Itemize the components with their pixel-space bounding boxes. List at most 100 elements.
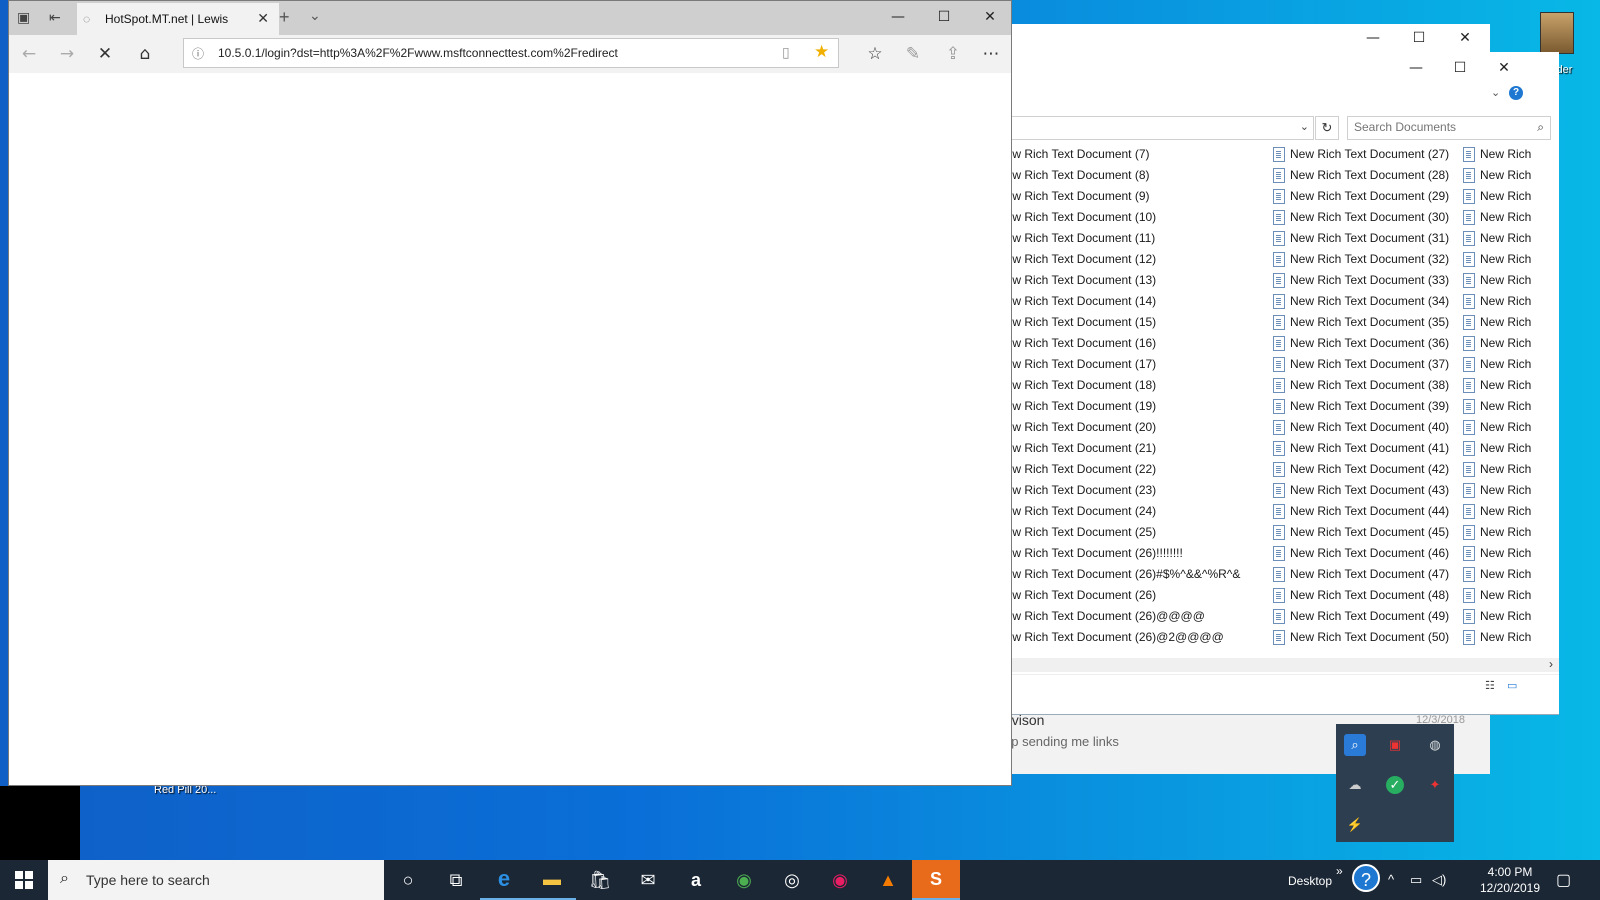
help-tray-icon[interactable]: ? [1352, 864, 1380, 892]
file-item[interactable]: New Rich [1463, 207, 1559, 228]
help-icon[interactable]: ? [1509, 86, 1523, 100]
file-item[interactable]: New Rich Text Document (43) [1273, 480, 1459, 501]
skype-icon[interactable]: S [912, 860, 960, 900]
file-item[interactable]: New Rich Text Document (31) [1273, 228, 1459, 249]
file-item[interactable]: New Rich [1463, 543, 1559, 564]
file-item[interactable]: New Rich Text Document (24) [1001, 501, 1263, 522]
url-text[interactable]: 10.5.0.1/login?dst=http%3A%2F%2Fwww.msft… [218, 46, 618, 60]
share-button[interactable]: ⇪ [937, 39, 969, 69]
file-item[interactable]: New Rich Text Document (23) [1001, 480, 1263, 501]
search-documents-box[interactable]: ⌕ [1347, 116, 1551, 140]
new-tab-button[interactable]: + [279, 7, 290, 28]
file-item[interactable]: New Rich [1463, 606, 1559, 627]
close-button[interactable]: ✕ [1442, 24, 1488, 52]
favorites-hub-button[interactable]: ☆ [859, 39, 891, 69]
file-item[interactable]: New Rich Text Document (38) [1273, 375, 1459, 396]
toolbar-expand-icon[interactable]: » [1336, 864, 1343, 878]
file-item[interactable]: New Rich Text Document (26)@@@@ [1001, 606, 1263, 627]
power-plug-icon[interactable]: ⚡ [1344, 814, 1366, 836]
file-item[interactable]: New Rich Text Document (10) [1001, 207, 1263, 228]
desktop-folder-icon[interactable] [1540, 12, 1574, 54]
file-item[interactable]: New Rich Text Document (20) [1001, 417, 1263, 438]
file-item[interactable]: New Rich [1463, 417, 1559, 438]
file-item[interactable]: New Rich [1463, 270, 1559, 291]
start-button[interactable] [0, 860, 48, 900]
file-item[interactable]: New Rich Text Document (17) [1001, 354, 1263, 375]
file-item[interactable]: New Rich [1463, 354, 1559, 375]
file-item[interactable]: New Rich [1463, 375, 1559, 396]
file-item[interactable]: New Rich Text Document (13) [1001, 270, 1263, 291]
explorer-maximize-button[interactable]: ☐ [1437, 54, 1483, 82]
file-item[interactable]: New Rich [1463, 165, 1559, 186]
site-info-icon[interactable]: ⓘ [192, 45, 204, 62]
address-bar[interactable]: ⓘ 10.5.0.1/login?dst=http%3A%2F%2Fwww.ms… [183, 38, 839, 68]
amazon-icon[interactable]: a [672, 860, 720, 900]
file-item[interactable]: New Rich Text Document (44) [1273, 501, 1459, 522]
browser-close-button[interactable]: ✕ [967, 3, 1013, 31]
file-item[interactable]: New Rich Text Document (40) [1273, 417, 1459, 438]
file-item[interactable]: New Rich Text Document (29) [1273, 186, 1459, 207]
file-item[interactable]: New Rich Text Document (15) [1001, 312, 1263, 333]
stop-button[interactable]: ✕ [89, 39, 121, 69]
cortana-icon[interactable]: ○ [384, 860, 432, 900]
security-app-icon[interactable]: ▣ [1384, 734, 1406, 756]
file-item[interactable]: New Rich [1463, 333, 1559, 354]
camera-app-icon[interactable]: ◎ [768, 860, 816, 900]
tripadvisor-icon[interactable]: ◉ [720, 860, 768, 900]
file-item[interactable]: New Rich [1463, 249, 1559, 270]
more-button[interactable]: ⋯ [975, 39, 1007, 69]
file-explorer-icon[interactable]: ▬ [528, 860, 576, 900]
file-item[interactable]: New Rich Text Document (9) [1001, 186, 1263, 207]
file-item[interactable]: New Rich Text Document (26) [1001, 585, 1263, 606]
tab-hotspot[interactable]: ◌ HotSpot.MT.net | Lewis ✕ [77, 3, 279, 35]
browser-minimize-button[interactable]: — [875, 3, 921, 31]
set-aside-tabs-icon[interactable]: ⇤ [49, 9, 61, 26]
file-item[interactable]: New Rich Text Document (45) [1273, 522, 1459, 543]
file-item[interactable]: New Rich Text Document (50) [1273, 627, 1459, 648]
taskbar-clock[interactable]: 4:00 PM 12/20/2019 [1474, 864, 1546, 896]
file-item[interactable]: New Rich [1463, 480, 1559, 501]
file-item[interactable]: New Rich Text Document (33) [1273, 270, 1459, 291]
file-item[interactable]: New Rich [1463, 396, 1559, 417]
file-item[interactable]: New Rich [1463, 585, 1559, 606]
file-item[interactable]: New Rich Text Document (18) [1001, 375, 1263, 396]
file-item[interactable]: New Rich [1463, 501, 1559, 522]
explorer-minimize-button[interactable]: — [1393, 54, 1439, 82]
scroll-right-icon[interactable]: › [1549, 657, 1553, 671]
file-item[interactable]: New Rich Text Document (7) [1001, 144, 1263, 165]
horizontal-scrollbar[interactable]: › [1001, 657, 1559, 672]
desktop-toolbar-label[interactable]: Desktop [1288, 874, 1332, 888]
check-status-icon[interactable]: ✓ [1386, 776, 1404, 794]
network-globe-icon[interactable]: ◍ [1424, 734, 1446, 756]
file-item[interactable]: New Rich Text Document (21) [1001, 438, 1263, 459]
taskbar-search-box[interactable]: ⌕ Type here to search [48, 860, 384, 900]
file-item[interactable]: New Rich Text Document (36) [1273, 333, 1459, 354]
action-center-icon[interactable]: ▢ [1556, 870, 1571, 890]
file-item[interactable]: New Rich Text Document (27) [1273, 144, 1459, 165]
file-item[interactable]: New Rich Text Document (12) [1001, 249, 1263, 270]
file-item[interactable]: New Rich Text Document (11) [1001, 228, 1263, 249]
file-item[interactable]: New Rich Text Document (39) [1273, 396, 1459, 417]
onedrive-icon[interactable]: ☁ [1344, 774, 1366, 796]
explorer-address-bar[interactable]: ⌄ [1001, 116, 1314, 140]
file-item[interactable]: New Rich Text Document (8) [1001, 165, 1263, 186]
store-icon[interactable]: 🛍 [576, 860, 624, 900]
file-item[interactable]: New Rich [1463, 228, 1559, 249]
file-item[interactable]: New Rich [1463, 564, 1559, 585]
large-icons-view-icon[interactable]: ▭ [1507, 679, 1517, 692]
file-item[interactable]: New Rich Text Document (35) [1273, 312, 1459, 333]
search-icon[interactable]: ⌕ [1537, 120, 1544, 135]
page-content-blank[interactable] [9, 73, 1011, 785]
mail-icon[interactable]: ✉ [624, 860, 672, 900]
search-documents-input[interactable] [1348, 117, 1530, 137]
file-item[interactable]: New Rich Text Document (46) [1273, 543, 1459, 564]
file-item[interactable]: New Rich Text Document (32) [1273, 249, 1459, 270]
task-view-icon[interactable]: ⧉ [432, 860, 480, 900]
file-item[interactable]: New Rich Text Document (25) [1001, 522, 1263, 543]
home-button[interactable]: ⌂ [129, 39, 161, 69]
explorer-close-button[interactable]: ✕ [1481, 54, 1527, 82]
reading-view-icon[interactable]: ▯ [782, 44, 790, 61]
address-dropdown-icon[interactable]: ⌄ [1300, 120, 1309, 133]
file-item[interactable]: New Rich [1463, 438, 1559, 459]
file-item[interactable]: New Rich [1463, 291, 1559, 312]
